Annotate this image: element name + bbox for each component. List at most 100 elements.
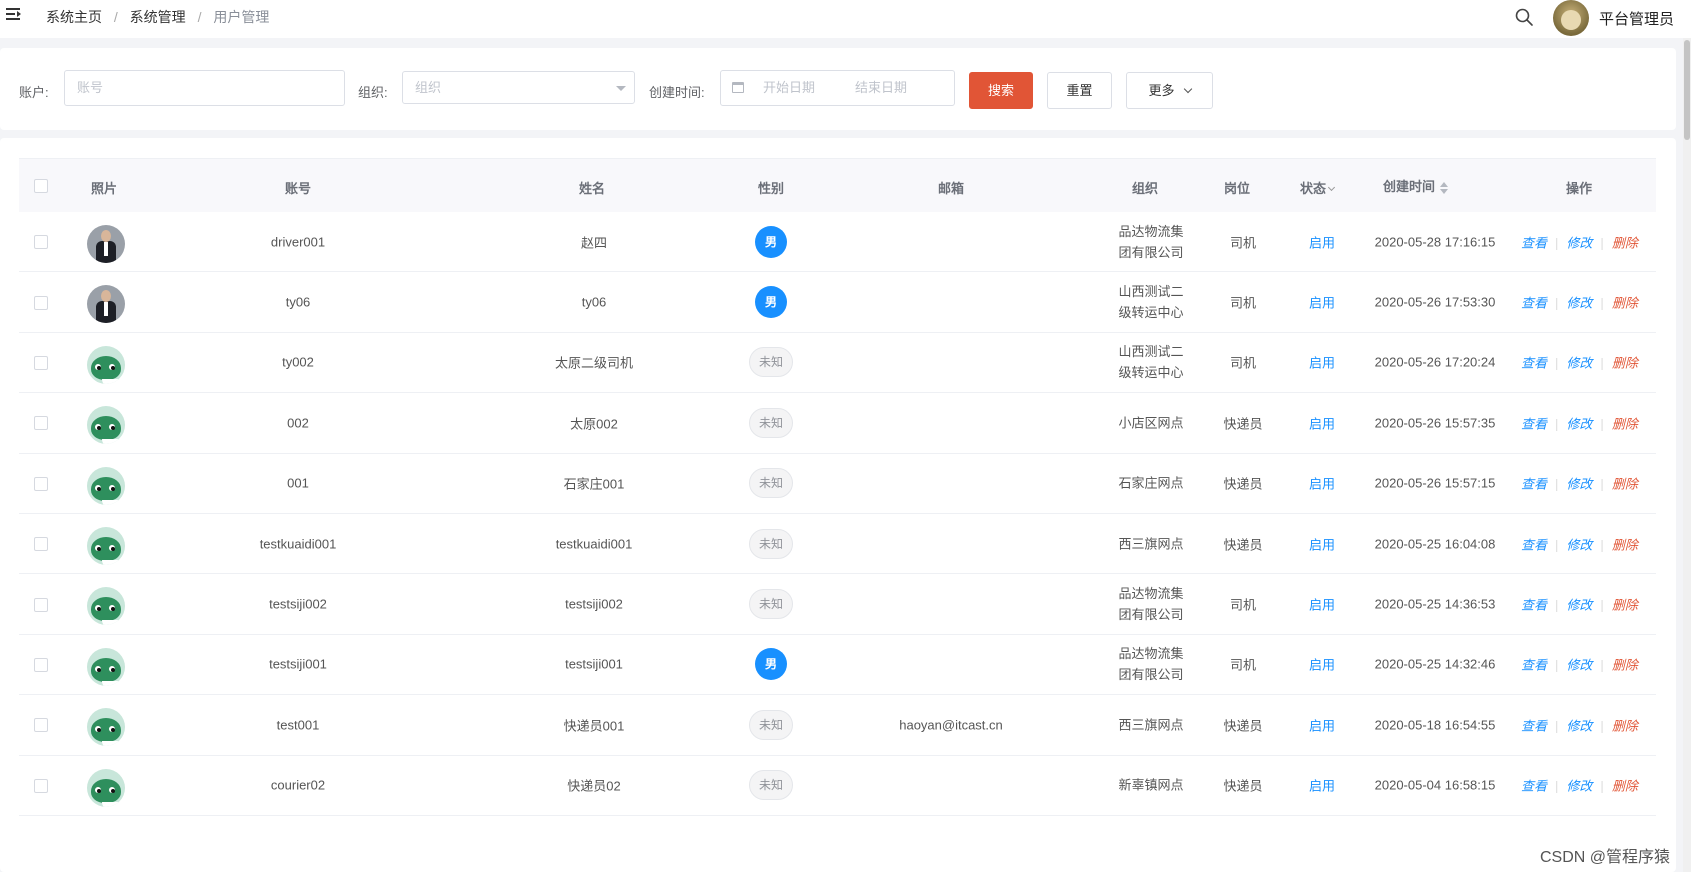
action-separator: | [1555,778,1559,794]
cell-name: 快递员02 [567,778,621,794]
view-button[interactable]: 查看 [1521,537,1547,552]
view-button[interactable]: 查看 [1521,658,1547,673]
row-checkbox[interactable] [34,657,48,672]
row-checkbox[interactable] [34,295,48,310]
edit-button[interactable]: 修改 [1566,235,1592,250]
menu-fold-icon[interactable] [6,8,22,22]
sort-icon[interactable] [1439,181,1449,195]
row-checkbox[interactable] [34,416,48,431]
status-link[interactable]: 启用 [1309,232,1335,251]
breadcrumb-home[interactable]: 系统主页 [46,7,102,27]
view-button[interactable]: 查看 [1521,356,1547,371]
table-row: ty002 太原二级司机 未知 山西测试二级转运中心 司机 启用 2020-05-26 17… [19,333,1656,394]
select-all-checkbox[interactable] [34,179,48,193]
cell-post: 司机 [1229,597,1257,613]
gender-badge: 男 [755,225,787,258]
status-link[interactable]: 启用 [1309,776,1335,795]
view-button[interactable]: 查看 [1521,477,1547,492]
filter-chevron-icon [1327,183,1336,192]
cell-org: 新辜镇网点 [1118,777,1184,793]
org-select[interactable]: 组织 [402,71,635,104]
org-label: 组织: [358,85,388,100]
delete-button[interactable]: 删除 [1612,235,1638,250]
gender-badge: 未知 [749,407,793,438]
delete-button[interactable]: 删除 [1612,598,1638,613]
view-button[interactable]: 查看 [1521,779,1547,794]
search-button[interactable]: 搜索 [969,72,1033,109]
avatar[interactable] [1553,0,1589,36]
edit-button[interactable]: 修改 [1566,296,1592,311]
cell-org: 西三旗网点 [1118,717,1184,733]
gender-badge: 未知 [749,468,793,499]
end-date-input[interactable]: 结束日期 [855,71,907,105]
delete-button[interactable]: 删除 [1612,356,1638,371]
cell-created-time: 2020-05-28 17:16:15 [1374,234,1496,250]
delete-button[interactable]: 删除 [1612,779,1638,794]
breadcrumb-system[interactable]: 系统管理 [130,7,186,27]
scrollbar-thumb[interactable] [1684,40,1690,140]
row-checkbox[interactable] [34,537,48,552]
view-button[interactable]: 查看 [1521,598,1547,613]
edit-button[interactable]: 修改 [1566,598,1592,613]
status-link[interactable]: 启用 [1309,353,1335,372]
page-scrollbar[interactable] [1683,38,1691,872]
view-button[interactable]: 查看 [1521,718,1547,733]
row-actions: 查看 | 修改 | 删除 [1521,776,1638,795]
delete-button[interactable]: 删除 [1612,477,1638,492]
status-link[interactable]: 启用 [1309,413,1335,432]
row-checkbox[interactable] [34,355,48,370]
more-button[interactable]: 更多 [1126,72,1213,109]
delete-button[interactable]: 删除 [1612,658,1638,673]
caret-down-icon [616,86,626,91]
header-org: 组织 [1131,181,1159,196]
status-link[interactable]: 启用 [1309,595,1335,614]
cell-org: 西三旗网点 [1118,536,1184,552]
row-checkbox[interactable] [34,235,48,250]
cell-org: 山西测试二级转运中心 [1118,284,1184,321]
row-checkbox[interactable] [34,778,48,793]
status-link[interactable]: 启用 [1309,474,1335,493]
edit-button[interactable]: 修改 [1566,537,1592,552]
status-link[interactable]: 启用 [1309,534,1335,553]
header-created-label: 创建时间 [1382,179,1436,194]
view-button[interactable]: 查看 [1521,235,1547,250]
search-icon[interactable] [1514,7,1534,27]
header-created[interactable]: 创建时间 [1383,176,1449,195]
row-checkbox[interactable] [34,597,48,612]
breadcrumb-separator: / [113,9,118,25]
table-row: 002 太原002 未知 小店区网点 快递员 启用 2020-05-26 15:57:35 查… [19,393,1656,454]
delete-button[interactable]: 删除 [1612,537,1638,552]
user-name[interactable]: 平台管理员 [1599,8,1674,29]
table-row: test001 快递员001 未知 haoyan@itcast.cn 西三旗网点 快递员 启… [19,695,1656,756]
delete-button[interactable]: 删除 [1612,296,1638,311]
delete-button[interactable]: 删除 [1612,718,1638,733]
start-date-input[interactable]: 开始日期 [763,71,815,105]
view-button[interactable]: 查看 [1521,416,1547,431]
search-button-label: 搜索 [987,83,1014,98]
row-actions: 查看 | 修改 | 删除 [1521,715,1638,734]
row-checkbox[interactable] [34,476,48,491]
cell-name: 太原002 [570,416,618,432]
edit-button[interactable]: 修改 [1566,416,1592,431]
table-panel: 照片 账号 姓名 性别 邮箱 组织 岗位 状态 创建时间 操作 driver00… [0,138,1676,872]
org-placeholder: 组织 [415,80,442,95]
row-checkbox[interactable] [34,718,48,733]
status-link[interactable]: 启用 [1309,715,1335,734]
account-input[interactable]: 账号 [64,70,345,106]
action-separator: | [1555,235,1559,251]
date-range-picker[interactable]: 开始日期 结束日期 [720,70,955,106]
edit-button[interactable]: 修改 [1566,718,1592,733]
status-link[interactable]: 启用 [1309,293,1335,312]
header-status[interactable]: 状态 [1300,178,1336,197]
row-actions: 查看 | 修改 | 删除 [1521,534,1638,553]
edit-button[interactable]: 修改 [1566,658,1592,673]
view-button[interactable]: 查看 [1521,296,1547,311]
edit-button[interactable]: 修改 [1566,477,1592,492]
action-separator: | [1555,476,1559,492]
delete-button[interactable]: 删除 [1612,416,1638,431]
reset-button[interactable]: 重置 [1047,72,1112,109]
status-link[interactable]: 启用 [1309,655,1335,674]
edit-button[interactable]: 修改 [1566,779,1592,794]
edit-button[interactable]: 修改 [1566,356,1592,371]
cell-name: 太原二级司机 [554,355,634,371]
